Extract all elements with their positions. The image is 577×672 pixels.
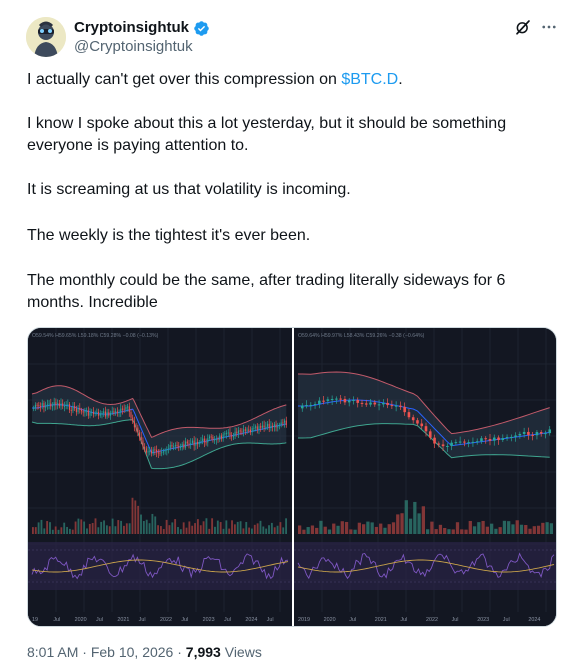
- time-axis-label: 2020: [75, 617, 87, 623]
- time-axis-label: Jul: [139, 617, 146, 623]
- cashtag-link[interactable]: $BTC.D: [341, 71, 398, 88]
- weekly-chart-image[interactable]: O59.54% H59.65% L59.18% C59.28% −0.08 (−…: [28, 328, 292, 627]
- verified-badge-icon[interactable]: [193, 20, 210, 37]
- tweet-paragraph-3: It is screaming at us that volatility is…: [27, 181, 351, 198]
- time-axis-label: Jul: [224, 617, 231, 623]
- time-axis-label: 2023: [477, 617, 489, 623]
- grok-icon[interactable]: [514, 18, 532, 36]
- avatar-image: [26, 17, 66, 57]
- time-axis-label: Jul: [349, 617, 356, 623]
- tweet-paragraph-2: I know I spoke about this a lot yesterda…: [27, 115, 507, 154]
- time-axis-label: 2024: [528, 617, 540, 623]
- tweet-paragraph-5: The monthly could be the same, after tra…: [27, 272, 506, 311]
- time-axis-label: 2023: [203, 617, 215, 623]
- time-axis-label: 2024: [245, 617, 257, 623]
- time-axis-label: 2020: [324, 617, 336, 623]
- tweet-line1-suffix: .: [398, 71, 403, 88]
- tweet-line1-prefix: I actually can't get over this compressi…: [27, 71, 342, 88]
- monthly-chart-image[interactable]: O59.64% H59.97% L58.43% C59.26% −0.38 (−…: [294, 328, 557, 627]
- tweet-meta: 8:01 AM · Feb 10, 2026 · 7,993 Views: [27, 642, 262, 662]
- time-axis-label: Jul: [452, 617, 459, 623]
- time-axis-label: Jul: [96, 617, 103, 623]
- views-count: 7,993: [185, 644, 221, 660]
- ohlc-label: O59.54% H59.65% L59.18% C59.28% −0.08 (−…: [32, 333, 159, 339]
- meta-separator: ·: [78, 644, 91, 660]
- time-axis-label: Jul: [400, 617, 407, 623]
- views-label: Views: [220, 644, 262, 660]
- time-axis-label: 2021: [375, 617, 387, 623]
- time-axis-label: 2022: [160, 617, 172, 623]
- tweet-paragraph-1: I actually can't get over this compressi…: [27, 69, 403, 91]
- author-display-name[interactable]: Cryptoinsightuk: [74, 18, 189, 38]
- time-axis-label: Jul: [267, 617, 274, 623]
- tweet-media[interactable]: O59.54% H59.65% L59.18% C59.28% −0.08 (−…: [27, 327, 557, 627]
- avatar[interactable]: [26, 17, 66, 57]
- time-axis-label: 2021: [117, 617, 129, 623]
- time-axis-label: 2022: [426, 617, 438, 623]
- tweet-time[interactable]: 8:01 AM: [27, 644, 78, 660]
- time-axis-label: Jul: [53, 617, 60, 623]
- tweet-date[interactable]: Feb 10, 2026: [91, 644, 174, 660]
- tweet: Cryptoinsightuk @Cryptoinsightuk I actua…: [0, 0, 577, 672]
- time-axis-label: 19: [32, 617, 38, 623]
- meta-separator: ·: [173, 644, 186, 660]
- more-icon[interactable]: [540, 18, 558, 36]
- time-axis-label: Jul: [503, 617, 510, 623]
- time-axis-label: Jul: [181, 617, 188, 623]
- ohlc-label: O59.64% H59.97% L58.43% C59.26% −0.38 (−…: [298, 333, 425, 339]
- tweet-paragraph-4: The weekly is the tightest it's ever bee…: [27, 227, 311, 244]
- author-handle[interactable]: @Cryptoinsightuk: [74, 37, 193, 57]
- author-name-row: Cryptoinsightuk: [74, 18, 210, 38]
- time-axis-label: 2019: [298, 617, 310, 623]
